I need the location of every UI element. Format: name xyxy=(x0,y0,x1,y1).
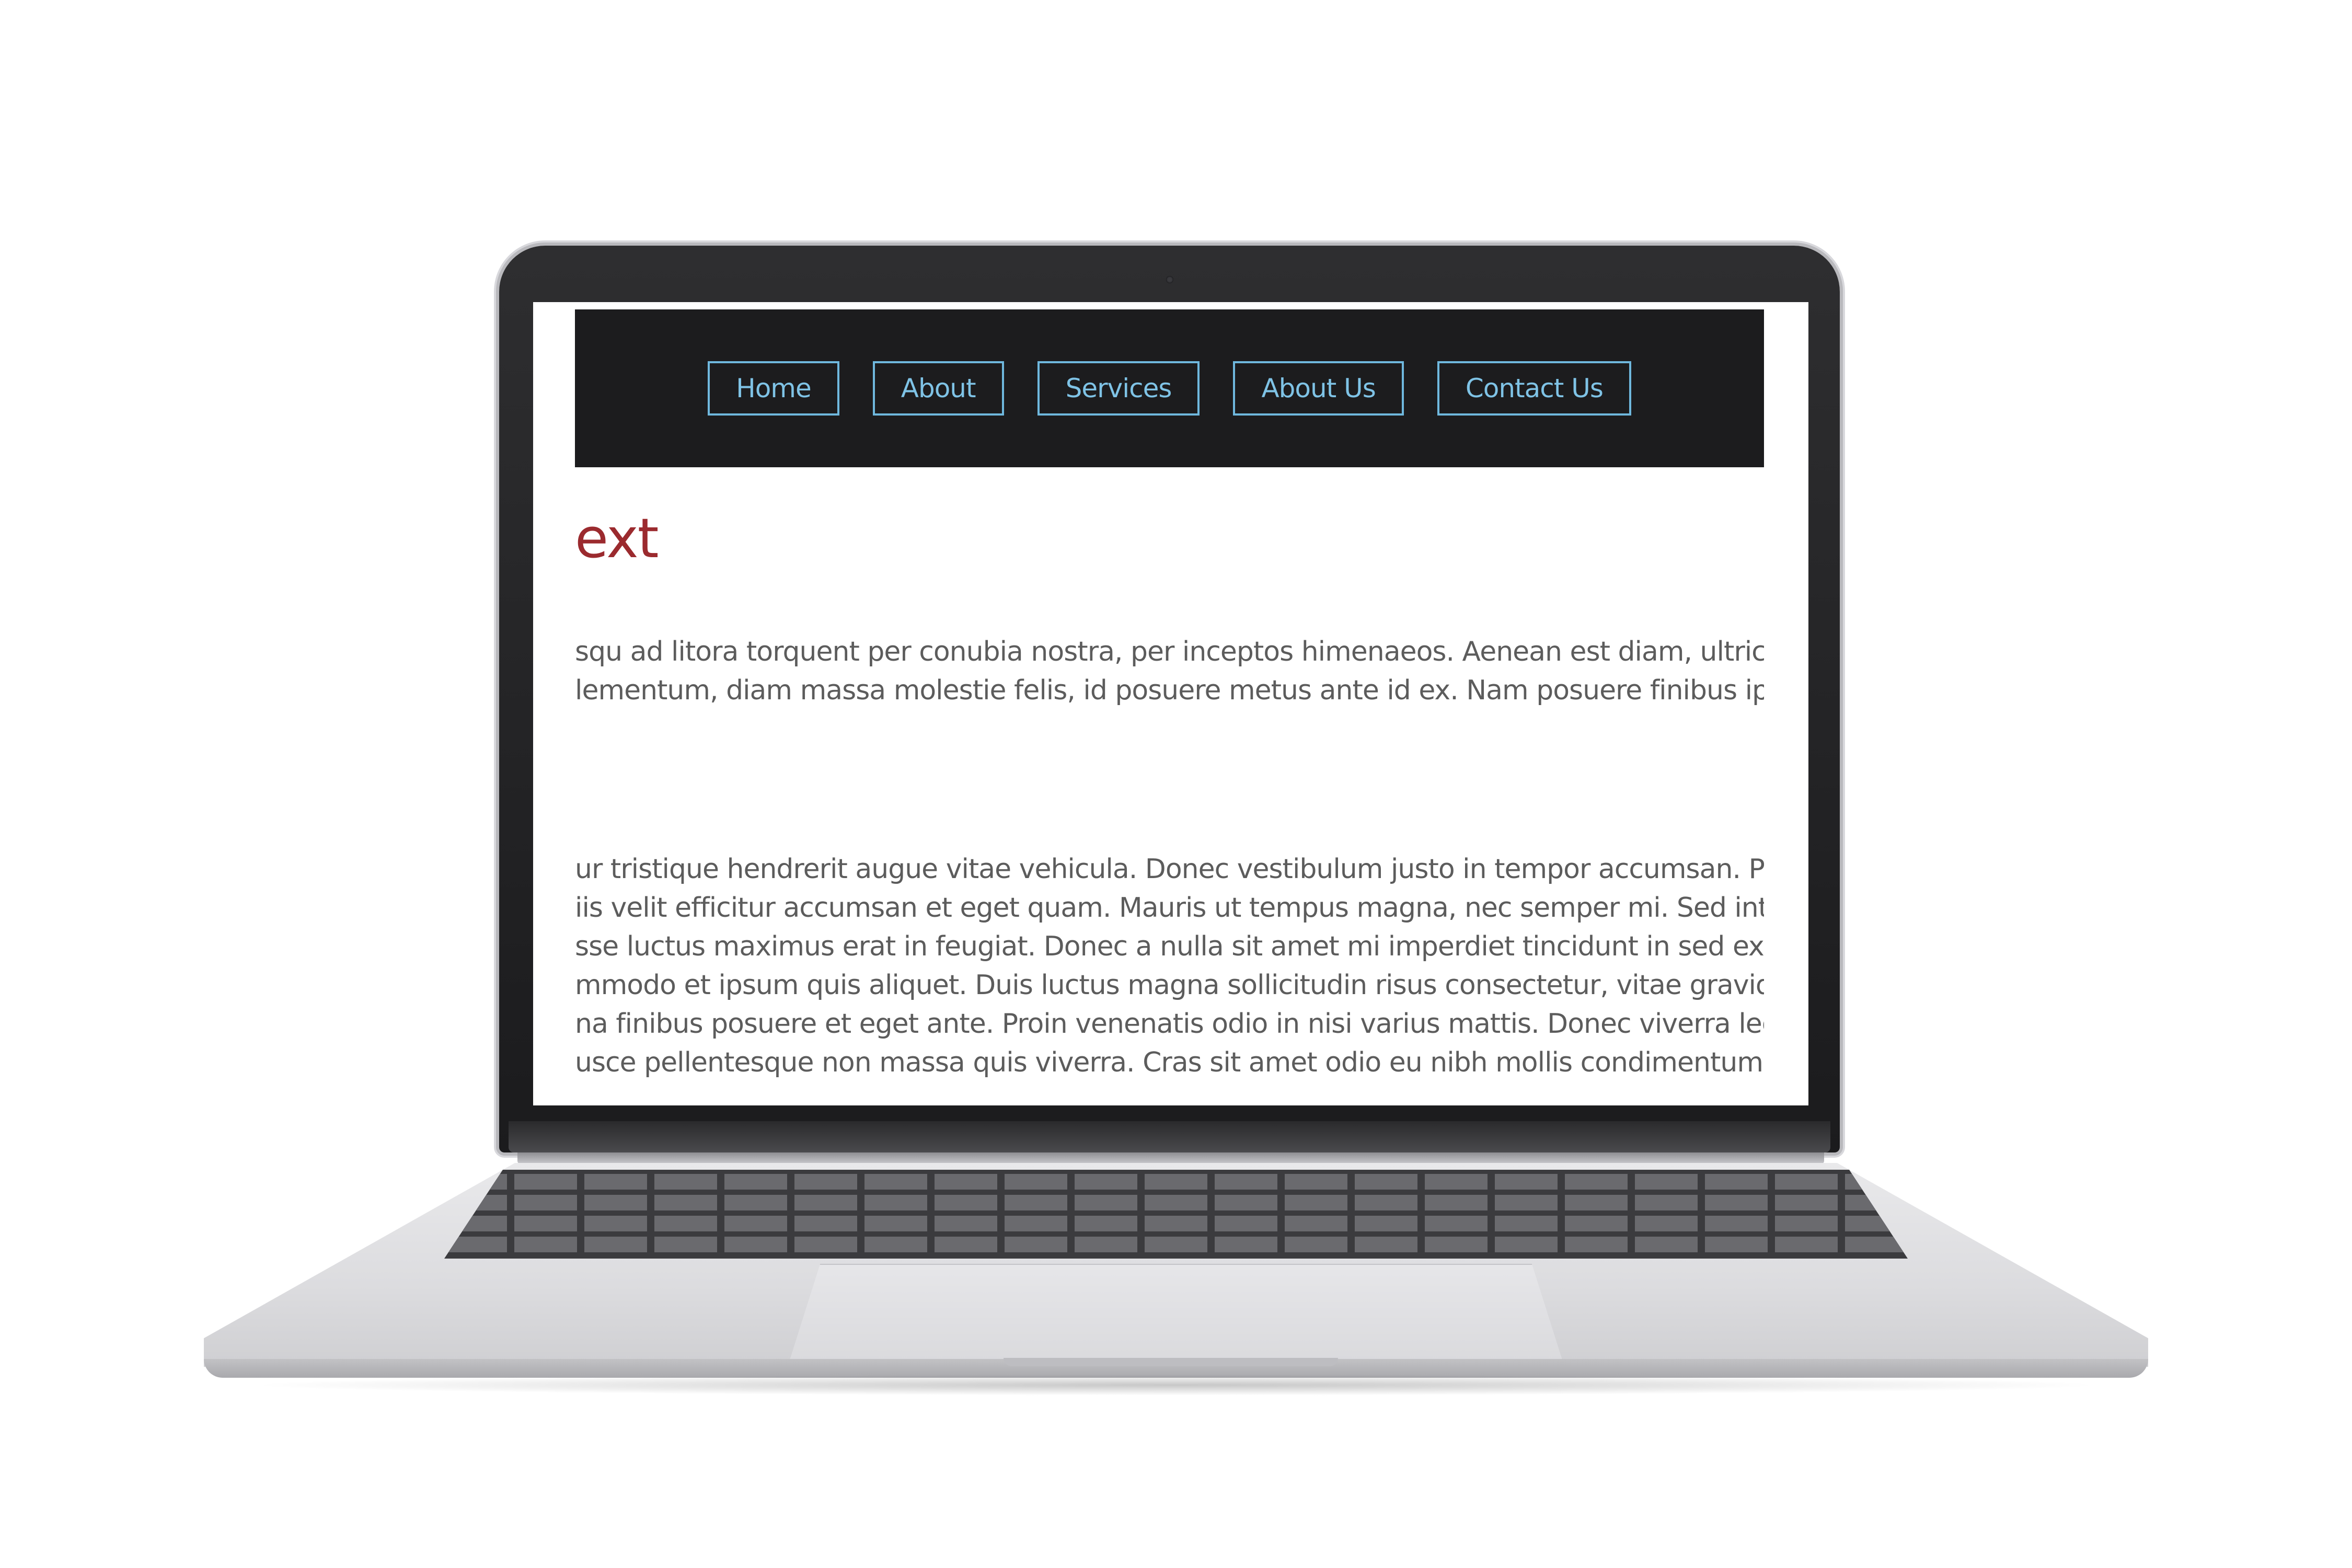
webcam xyxy=(1166,276,1173,283)
lid-chin xyxy=(509,1121,1830,1152)
key-row xyxy=(444,1216,1908,1231)
laptop-hinge xyxy=(517,1152,1824,1164)
paragraph-2: ur tristique hendrerit augue vitae vehic… xyxy=(575,850,1764,1082)
key-row xyxy=(444,1174,1908,1190)
scene: Home About Services About Us Contact Us … xyxy=(0,0,2352,1568)
paragraph-1: squ ad litora torquent per conubia nostr… xyxy=(575,632,1764,710)
lid-open-notch xyxy=(1004,1358,1338,1366)
paragraph-line: squ ad litora torquent per conubia nostr… xyxy=(575,636,1764,667)
nav-services-button[interactable]: Services xyxy=(1037,361,1200,416)
navbar: Home About Services About Us Contact Us xyxy=(575,309,1764,467)
nav-about-button[interactable]: About xyxy=(872,361,1004,416)
page-heading: ext xyxy=(575,506,659,570)
nav-home-button[interactable]: Home xyxy=(708,361,839,416)
paragraph-line: iis velit efficitur accumsan et eget qua… xyxy=(575,892,1764,924)
keyboard xyxy=(444,1170,1908,1259)
paragraph-line: na finibus posuere et eget ante. Proin v… xyxy=(575,1008,1764,1040)
key-row xyxy=(444,1237,1908,1252)
trackpad xyxy=(789,1264,1563,1362)
paragraph-line: sse luctus maximus erat in feugiat. Done… xyxy=(575,931,1764,962)
paragraph-line: lementum, diam massa molestie felis, id … xyxy=(575,675,1764,706)
key-row xyxy=(444,1195,1908,1210)
laptop-shadow xyxy=(246,1375,2106,1396)
paragraph-line: mmodo et ipsum quis aliquet. Duis luctus… xyxy=(575,970,1764,1001)
paragraph-line: usce pellentesque non massa quis viverra… xyxy=(575,1047,1763,1078)
nav-contact-us-button[interactable]: Contact Us xyxy=(1437,361,1631,416)
laptop-screen: Home About Services About Us Contact Us … xyxy=(533,302,1808,1105)
nav-about-us-button[interactable]: About Us xyxy=(1233,361,1404,416)
paragraph-line: ur tristique hendrerit augue vitae vehic… xyxy=(575,854,1764,885)
